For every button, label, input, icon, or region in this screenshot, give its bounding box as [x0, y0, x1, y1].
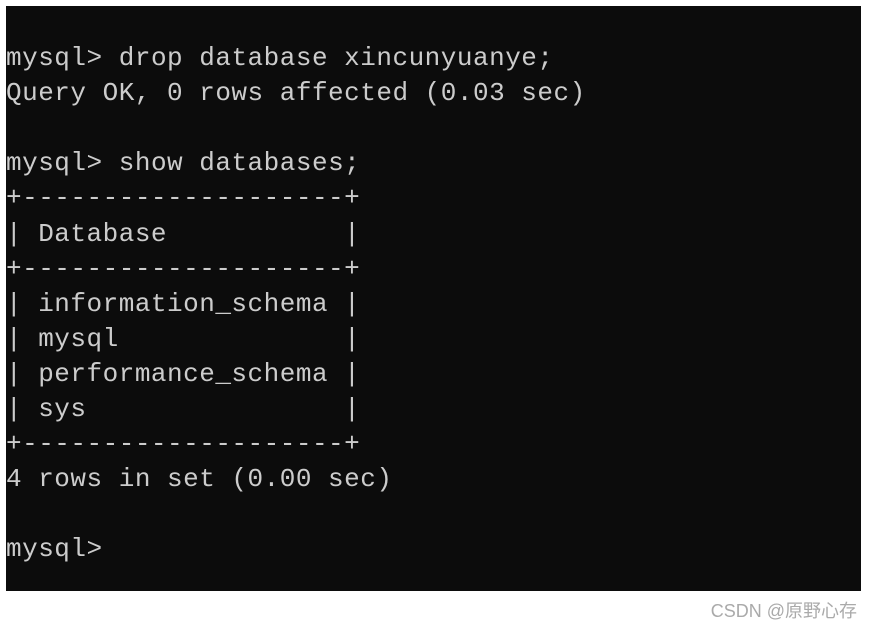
table-header: | Database |: [6, 219, 360, 249]
command-show: show databases;: [119, 148, 361, 178]
prompt-line-2: mysql> show databases;: [6, 148, 360, 178]
query-result-2: 4 rows in set (0.00 sec): [6, 464, 392, 494]
table-row: | mysql |: [6, 324, 360, 354]
table-border-bottom: +--------------------+: [6, 429, 360, 459]
watermark-text: CSDN @原野心存: [711, 597, 857, 623]
empty-prompt: mysql>: [6, 534, 103, 564]
mysql-prompt: mysql>: [6, 148, 103, 178]
query-result-1: Query OK, 0 rows affected (0.03 sec): [6, 78, 586, 108]
blank-line-1: [6, 113, 22, 143]
prompt-line-1: mysql> drop database xincunyuanye;: [6, 43, 554, 73]
terminal-window[interactable]: mysql> drop database xincunyuanye; Query…: [6, 6, 861, 591]
table-row: | information_schema |: [6, 289, 360, 319]
mysql-prompt: mysql>: [6, 43, 103, 73]
table-row: | sys |: [6, 394, 360, 424]
table-border-top: +--------------------+: [6, 183, 360, 213]
command-drop: drop database xincunyuanye;: [119, 43, 554, 73]
blank-line-2: [6, 499, 22, 529]
table-border-mid: +--------------------+: [6, 254, 360, 284]
table-row: | performance_schema |: [6, 359, 360, 389]
